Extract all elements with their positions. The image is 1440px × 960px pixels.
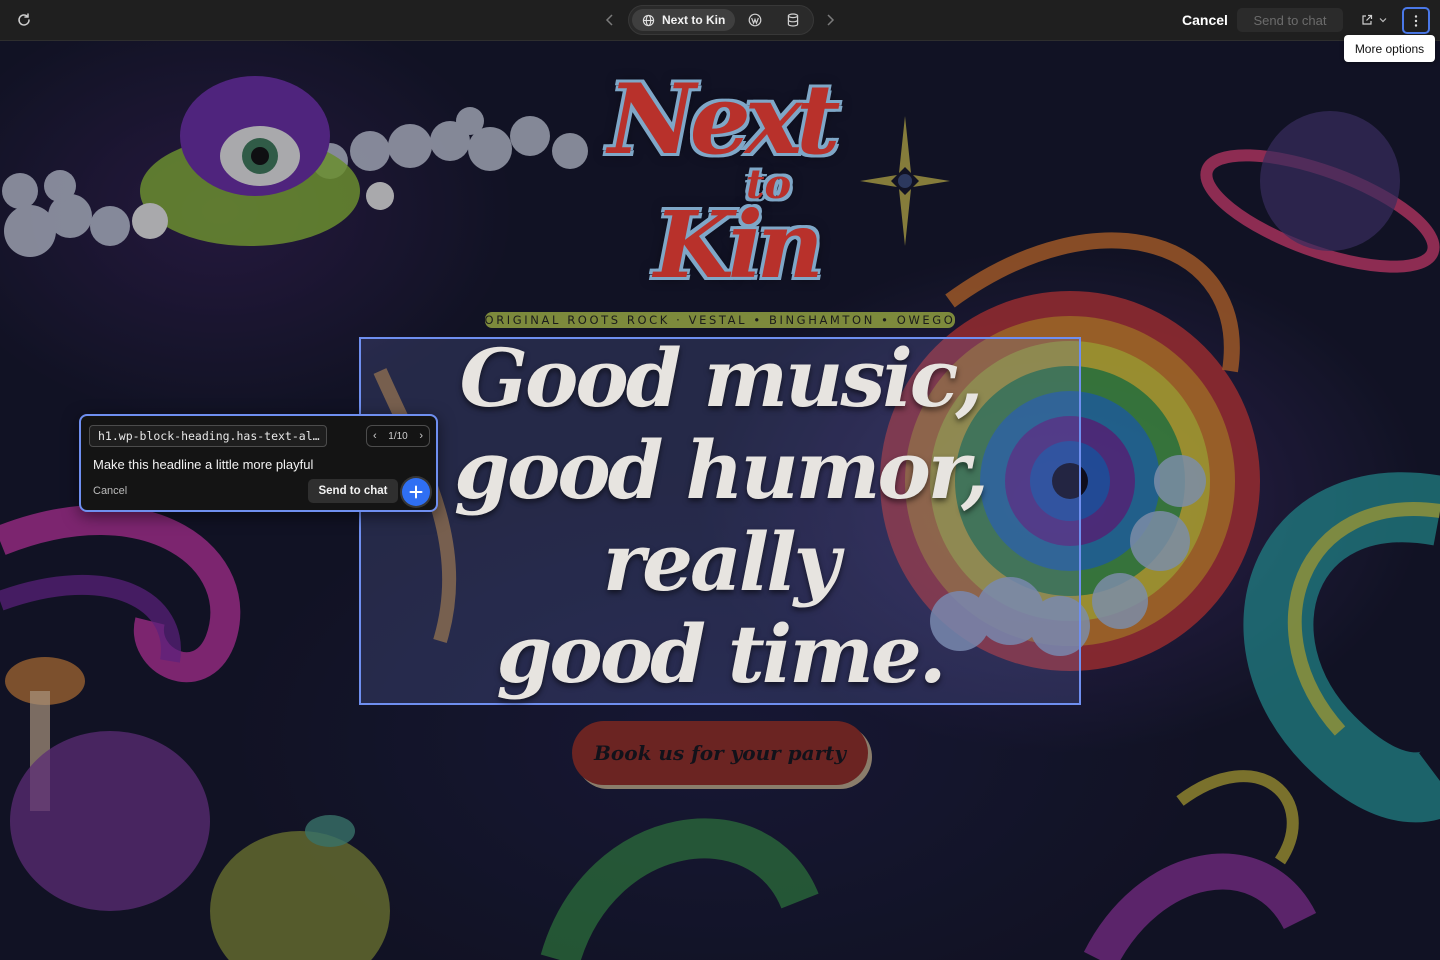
element-selector-chip[interactable]: h1.wp-block-heading.has-text-al… <box>89 425 327 447</box>
page-headline[interactable]: Good music, good humor, really good time… <box>359 332 1081 700</box>
logo-text-next: Next <box>608 63 840 176</box>
popover-send-to-chat-button[interactable]: Send to chat <box>308 479 398 503</box>
element-pager: ‹ 1/10 › <box>366 425 430 447</box>
add-button[interactable] <box>402 478 430 506</box>
popover-cancel-button[interactable]: Cancel <box>93 485 127 497</box>
band-logo[interactable]: Next to Kin <box>598 53 848 313</box>
more-options-tooltip: More options <box>1344 35 1435 62</box>
send-to-chat-button[interactable]: Send to chat <box>1237 8 1343 32</box>
reload-button[interactable] <box>10 6 38 34</box>
next-page-button[interactable] <box>818 8 842 32</box>
pager-count: 1/10 <box>388 430 408 442</box>
book-party-button[interactable]: Book us for your party <box>572 721 868 785</box>
headline-line: really <box>602 515 840 609</box>
top-toolbar: Next to Kin Cancel Send to chat <box>0 0 1440 41</box>
chevron-down-icon <box>1379 18 1387 23</box>
site-name: Next to Kin <box>662 13 726 27</box>
more-options-button[interactable] <box>1402 7 1430 34</box>
chevron-left-icon[interactable]: ‹ <box>373 430 377 442</box>
database-icon <box>787 13 799 27</box>
headline-line: Good music, <box>459 331 984 425</box>
wordpress-icon <box>748 13 762 27</box>
previous-page-button[interactable] <box>598 8 622 32</box>
edit-prompt-popover: h1.wp-block-heading.has-text-al… ‹ 1/10 … <box>79 414 438 512</box>
open-external-button[interactable] <box>1352 8 1396 32</box>
chevron-right-icon[interactable]: › <box>419 430 423 442</box>
globe-icon <box>642 14 655 26</box>
chevron-left-icon <box>605 14 613 26</box>
site-selector[interactable]: Next to Kin <box>632 9 735 31</box>
external-link-icon <box>1362 14 1373 25</box>
plus-icon <box>409 485 423 499</box>
database-button[interactable] <box>781 9 805 31</box>
tagline: ORIGINAL ROOTS ROCK · VESTAL • BINGHAMTO… <box>484 312 956 328</box>
reload-icon <box>18 13 30 26</box>
logo-text-kin: Kin <box>654 191 824 299</box>
more-vertical-icon <box>1414 14 1418 27</box>
wordpress-button[interactable] <box>743 9 767 31</box>
chevron-right-icon <box>827 14 835 26</box>
prompt-input[interactable]: Make this headline a little more playful <box>93 457 413 475</box>
site-nav-pill: Next to Kin <box>628 5 814 35</box>
headline-line: good humor, <box>454 423 989 517</box>
headline-line: good time. <box>496 607 946 701</box>
cancel-button[interactable]: Cancel <box>1176 8 1234 32</box>
